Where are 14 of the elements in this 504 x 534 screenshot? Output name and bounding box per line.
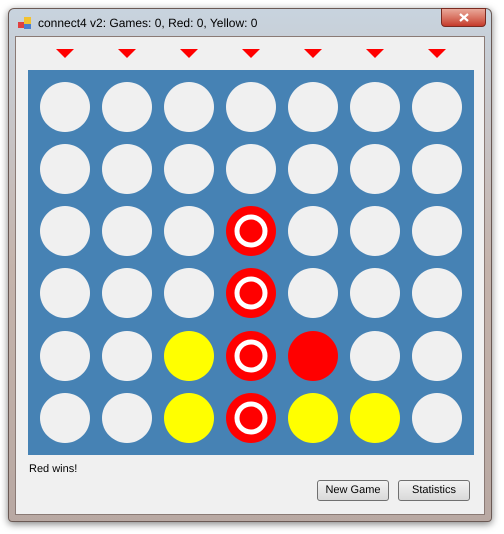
status-text: Red wins! — [29, 462, 78, 477]
action-button[interactable]: New Game — [317, 480, 389, 500]
window-title: connect4 v2: Games: 0, Red: 0, Yellow: 0 — [38, 14, 258, 32]
drop-arrow-icon[interactable] — [366, 49, 384, 58]
drop-arrow-icon[interactable] — [242, 49, 260, 58]
drop-arrow-icon[interactable] — [428, 49, 446, 58]
drop-arrow-icon[interactable] — [56, 49, 74, 58]
drop-arrow-icon[interactable] — [180, 49, 198, 58]
close-button[interactable] — [441, 8, 486, 27]
close-icon — [458, 13, 468, 22]
drop-arrow-icon[interactable] — [304, 49, 322, 58]
app-icon — [17, 14, 33, 30]
drop-arrow-icon[interactable] — [118, 49, 136, 58]
action-button[interactable]: Statistics — [398, 480, 470, 500]
